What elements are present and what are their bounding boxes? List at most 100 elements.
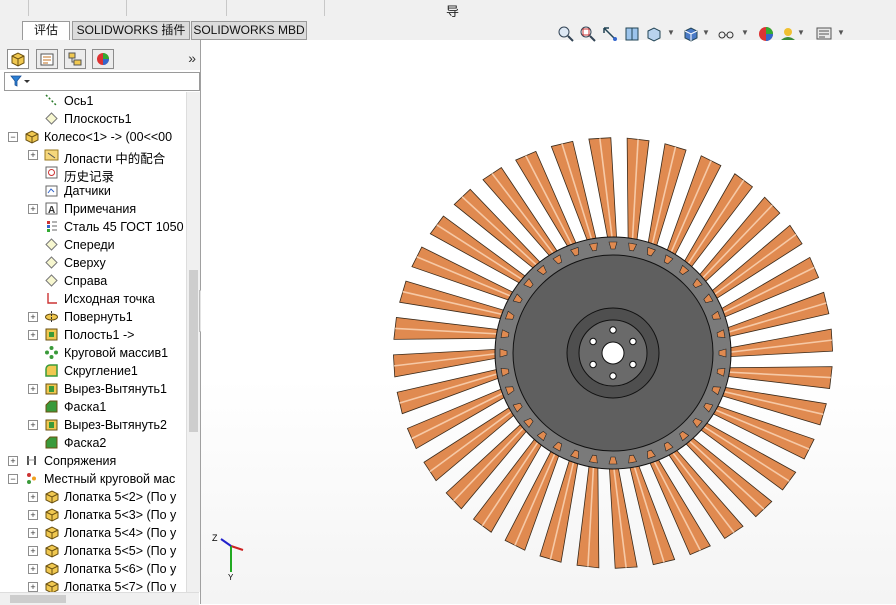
part-icon <box>45 580 59 592</box>
tree-item[interactable]: Спереди <box>0 236 186 254</box>
cavity-icon <box>45 328 58 341</box>
tree-item[interactable]: + Лопатка 5<3> (По у <box>0 506 186 524</box>
tree-item-label: Фаска1 <box>64 400 107 414</box>
tree-item[interactable]: + Вырез-Вытянуть2 <box>0 416 186 434</box>
tree-item[interactable]: Справа <box>0 272 186 290</box>
tree-item[interactable]: Скругление1 <box>0 362 186 380</box>
graphics-area[interactable]: ▼ ▼ ▼ ▼ ▼ Z Y <box>201 26 896 604</box>
dropdown-caret-icon[interactable]: ▼ <box>797 28 805 37</box>
dropdown-caret-icon[interactable]: ▼ <box>741 28 749 37</box>
tree-item[interactable]: Датчики <box>0 182 186 200</box>
collapse-toggle[interactable]: − <box>8 132 18 142</box>
tree-item[interactable]: Ось1 <box>0 92 186 110</box>
collapse-toggle[interactable]: − <box>8 474 18 484</box>
tree-item[interactable]: + Лопатка 5<6> (По у <box>0 560 186 578</box>
part-icon <box>45 544 59 558</box>
triad-y-label: Y <box>228 573 234 580</box>
dropdown-caret-icon[interactable]: ▼ <box>702 28 710 37</box>
expand-toggle[interactable]: + <box>28 492 38 502</box>
filter-field[interactable] <box>4 72 200 91</box>
tree-item-label: Лопатка 5<7> (По у <box>64 580 177 592</box>
material-icon <box>47 221 57 232</box>
dropdown-caret-icon[interactable]: ▼ <box>667 28 675 37</box>
panel-collapse-button[interactable]: » <box>188 50 196 66</box>
tree-item[interactable]: 历史记录 <box>0 164 186 184</box>
tree-item[interactable]: + A Примечания <box>0 200 186 218</box>
part-icon <box>45 562 59 576</box>
display-manager-tab[interactable] <box>92 49 114 69</box>
turbine-wheel-model[interactable] <box>201 40 896 604</box>
part-icon <box>45 508 59 522</box>
part-icon <box>45 490 59 504</box>
dropdown-caret-icon[interactable]: ▼ <box>837 28 845 37</box>
feature-manager-tab[interactable] <box>7 49 29 69</box>
tree-item[interactable]: Сверху <box>0 254 186 272</box>
tree-item[interactable]: Исходная точка <box>0 290 186 308</box>
chamfer-icon <box>45 400 58 413</box>
chamfer-icon <box>45 436 58 449</box>
tree-item[interactable]: Фаска2 <box>0 434 186 452</box>
cut-extrude-icon <box>45 383 58 395</box>
expand-toggle[interactable]: + <box>28 330 38 340</box>
tree-item-label: Сопряжения <box>44 454 117 468</box>
turbine-blade <box>720 366 833 389</box>
plane-icon <box>45 112 58 125</box>
strip-cell <box>226 0 325 16</box>
expand-toggle[interactable]: + <box>28 582 38 592</box>
tree-item-label: Справа <box>64 274 108 288</box>
tree-item[interactable]: + Лопатка 5<5> (По у <box>0 542 186 560</box>
tree-vertical-scrollbar[interactable] <box>186 92 200 592</box>
bolt-hole <box>609 372 617 380</box>
part-icon <box>45 526 59 540</box>
tree-item-label: Фаска2 <box>64 436 107 450</box>
expand-toggle[interactable]: + <box>8 456 18 466</box>
scrollbar-thumb[interactable] <box>189 270 198 432</box>
tree-item-label: Колесо<1> -> (00<<00 <box>44 130 173 144</box>
expand-toggle[interactable]: + <box>28 564 38 574</box>
tree-item[interactable]: + Лопатка 5<2> (По у <box>0 488 186 506</box>
tree-item-label: Датчики <box>64 184 111 198</box>
tree-item[interactable]: + Полость1 -> <box>0 326 186 344</box>
expand-toggle[interactable]: + <box>28 528 38 538</box>
tree-item[interactable]: + Вырез-Вытянуть1 <box>0 380 186 398</box>
configuration-manager-tab[interactable] <box>64 49 86 69</box>
expand-toggle[interactable]: + <box>28 546 38 556</box>
tab-solidworks-addins[interactable]: SOLIDWORKS 插件 <box>72 21 190 40</box>
center-bore <box>601 341 625 365</box>
expand-toggle[interactable]: + <box>28 420 38 430</box>
tree-item-label: Вырез-Вытянуть2 <box>64 418 168 432</box>
history-icon <box>45 166 58 179</box>
expand-toggle[interactable]: + <box>28 384 38 394</box>
axis-icon <box>45 94 58 107</box>
tree-item[interactable]: − Колесо<1> -> (00<<00 <box>0 128 186 146</box>
svg-text:A: A <box>48 205 55 216</box>
tree-item[interactable]: Сталь 45 ГОСТ 1050 <box>0 218 186 236</box>
property-manager-tab[interactable] <box>36 49 58 69</box>
bolt-hole <box>629 337 637 346</box>
tree-horizontal-scrollbar[interactable] <box>0 592 199 605</box>
tree-item-label: Круговой массив1 <box>64 346 169 360</box>
bolt-hole <box>589 337 597 346</box>
triad-x-axis <box>230 545 244 551</box>
bolt-hole <box>589 360 597 369</box>
tab-solidworks-mbd[interactable]: SOLIDWORKS MBD <box>191 21 307 40</box>
tree-item[interactable]: + Лопасти 中的配合 <box>0 146 186 166</box>
scrollbar-thumb[interactable] <box>10 595 66 603</box>
tree-item[interactable]: Плоскость1 <box>0 110 186 128</box>
tree-item[interactable]: Фаска1 <box>0 398 186 416</box>
tree-item[interactable]: + Повернуть1 <box>0 308 186 326</box>
tree-item[interactable]: Круговой массив1 <box>0 344 186 362</box>
tree-item[interactable]: + Сопряжения <box>0 452 186 470</box>
part-icon <box>25 130 39 144</box>
tree-item[interactable]: + Лопатка 5<4> (По у <box>0 524 186 542</box>
expand-toggle[interactable]: + <box>28 312 38 322</box>
expand-toggle[interactable]: + <box>28 510 38 520</box>
expand-toggle[interactable]: + <box>28 150 38 160</box>
tree-item-label: Лопатка 5<6> (По у <box>64 562 177 576</box>
coordinate-triad: Z Y <box>212 533 244 580</box>
tab-evaluate[interactable]: 评估 <box>22 21 70 41</box>
tree-item[interactable]: − Местный круговой мас <box>0 470 186 488</box>
tree-item-label: Плоскость1 <box>64 112 132 126</box>
tree-item[interactable]: + Лопатка 5<7> (По у <box>0 578 186 592</box>
expand-toggle[interactable]: + <box>28 204 38 214</box>
